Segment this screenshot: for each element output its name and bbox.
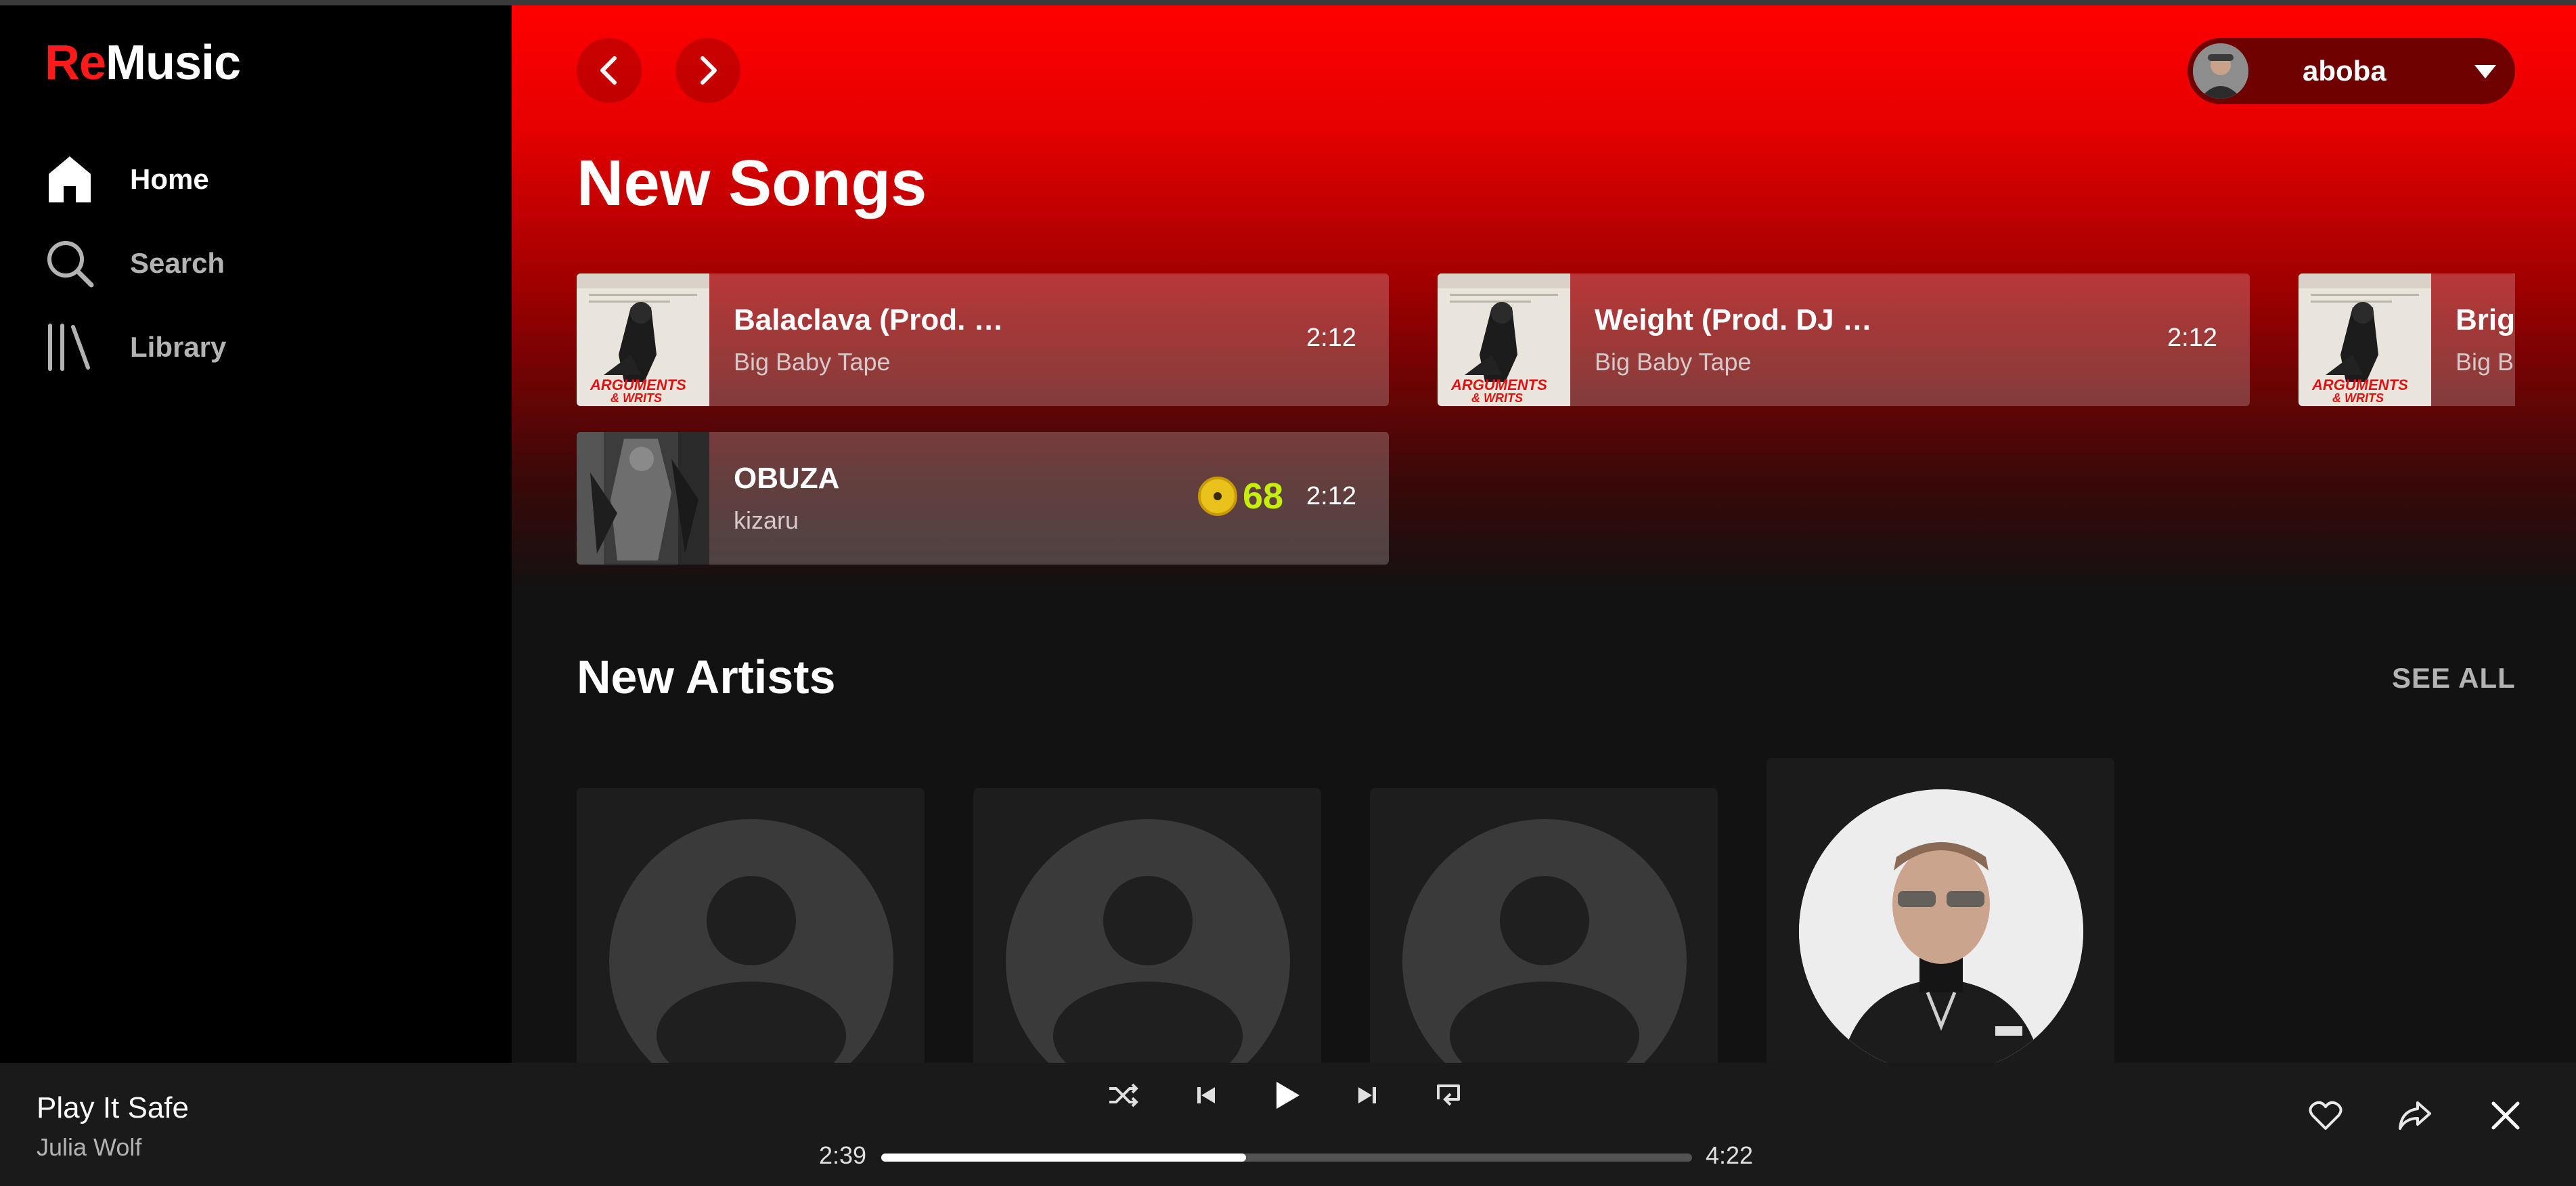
sidebar-item-home[interactable]: Home	[45, 149, 209, 210]
app-logo[interactable]: ReMusic	[45, 35, 241, 91]
home-icon	[45, 154, 95, 204]
coin-icon	[1198, 477, 1237, 516]
artist-card[interactable]	[973, 788, 1321, 1063]
song-card[interactable]: ARGUMENTS & WRITS Brig Big B	[2299, 273, 2515, 406]
song-duration: 2:12	[1306, 324, 1356, 352]
close-icon	[2491, 1101, 2520, 1130]
main-content: aboba New Songs ARGUMENTS & WRITS Balacl…	[512, 5, 2576, 1063]
svg-text:& WRITS: & WRITS	[2332, 391, 2384, 405]
avatar	[2193, 43, 2248, 99]
chevron-left-icon	[600, 56, 617, 85]
song-duration: 2:12	[1306, 482, 1356, 510]
song-artist: Big Baby Tape	[734, 348, 891, 376]
elapsed-time: 2:39	[819, 1141, 867, 1169]
artist-avatar-placeholder	[1402, 819, 1687, 1063]
sidebar-item-label: Home	[130, 163, 209, 195]
logo-re: Re	[45, 36, 106, 90]
artist-avatar	[1799, 789, 2083, 1063]
search-icon	[45, 238, 95, 288]
back-button[interactable]	[577, 38, 642, 103]
like-button[interactable]	[2304, 1094, 2347, 1137]
artist-avatar-placeholder	[1006, 819, 1290, 1063]
coin-count: 68	[1243, 476, 1284, 517]
skip-forward-icon	[1358, 1087, 1376, 1103]
song-artist: kizaru	[734, 506, 799, 534]
progress-fill	[881, 1154, 1247, 1162]
total-time: 4:22	[1706, 1141, 1754, 1169]
svg-text:& WRITS: & WRITS	[610, 391, 662, 405]
see-all-link[interactable]: SEE ALL	[2392, 662, 2516, 695]
sidebar-item-library[interactable]: Library	[45, 317, 226, 378]
library-icon	[45, 322, 95, 372]
share-icon	[2399, 1101, 2431, 1130]
album-cover: ARGUMENTS & WRITS	[577, 273, 709, 406]
skip-back-icon	[1197, 1087, 1215, 1103]
shuffle-icon	[1109, 1083, 1138, 1107]
heart-icon	[2309, 1101, 2342, 1130]
shuffle-button[interactable]	[1103, 1075, 1144, 1116]
artist-card[interactable]	[1370, 788, 1718, 1063]
logo-music: Music	[106, 36, 241, 90]
next-button[interactable]	[1347, 1075, 1387, 1116]
close-player-button[interactable]	[2484, 1094, 2527, 1137]
repeat-icon	[1437, 1084, 1460, 1106]
sidebar-item-label: Library	[130, 331, 227, 363]
sidebar-item-search[interactable]: Search	[45, 233, 225, 294]
user-menu[interactable]: aboba	[2188, 38, 2515, 104]
player-bar: Play It Safe Julia Wolf 2:39 4:22	[0, 1063, 2576, 1186]
coin-badge: 68	[1198, 475, 1283, 517]
previous-button[interactable]	[1186, 1075, 1226, 1116]
song-title: Weight (Prod. DJ …	[1595, 303, 1872, 336]
sidebar-item-label: Search	[130, 247, 225, 279]
song-card[interactable]: ARGUMENTS & WRITS Balaclava (Prod. … Big…	[577, 273, 1389, 406]
artist-card[interactable]	[1767, 758, 2114, 1063]
album-cover	[577, 432, 709, 565]
caret-down-icon	[2474, 65, 2496, 79]
repeat-button[interactable]	[1428, 1075, 1469, 1116]
sidebar: ReMusic Home Search Library	[0, 5, 512, 1063]
song-artist: Big B	[2456, 348, 2514, 376]
song-title: Brig	[2456, 303, 2515, 336]
artist-avatar-placeholder	[609, 819, 893, 1063]
user-name: aboba	[2303, 55, 2386, 87]
chevron-right-icon	[701, 56, 717, 85]
album-cover: ARGUMENTS & WRITS	[1438, 273, 1570, 406]
svg-text:& WRITS: & WRITS	[1471, 391, 1523, 405]
song-card[interactable]: ARGUMENTS & WRITS Weight (Prod. DJ … Big…	[1438, 273, 2250, 406]
forward-button[interactable]	[675, 38, 740, 103]
now-playing-title[interactable]: Play It Safe	[37, 1091, 189, 1125]
play-button[interactable]	[1264, 1072, 1310, 1118]
artist-card[interactable]	[577, 788, 925, 1063]
section-title-new-artists: New Artists	[577, 651, 836, 703]
progress-bar[interactable]	[881, 1154, 1692, 1162]
song-artist: Big Baby Tape	[1595, 348, 1752, 376]
window-top-border	[0, 0, 2576, 5]
song-card[interactable]: OBUZA kizaru 68 2:12	[577, 432, 1389, 565]
song-title: OBUZA	[734, 462, 840, 495]
song-duration: 2:12	[2167, 324, 2217, 352]
share-button[interactable]	[2393, 1094, 2437, 1137]
album-cover: ARGUMENTS & WRITS	[2299, 273, 2431, 406]
section-title-new-songs: New Songs	[577, 147, 927, 219]
play-icon	[1276, 1082, 1300, 1109]
song-title: Balaclava (Prod. …	[734, 303, 1004, 336]
now-playing-artist[interactable]: Julia Wolf	[37, 1133, 141, 1162]
